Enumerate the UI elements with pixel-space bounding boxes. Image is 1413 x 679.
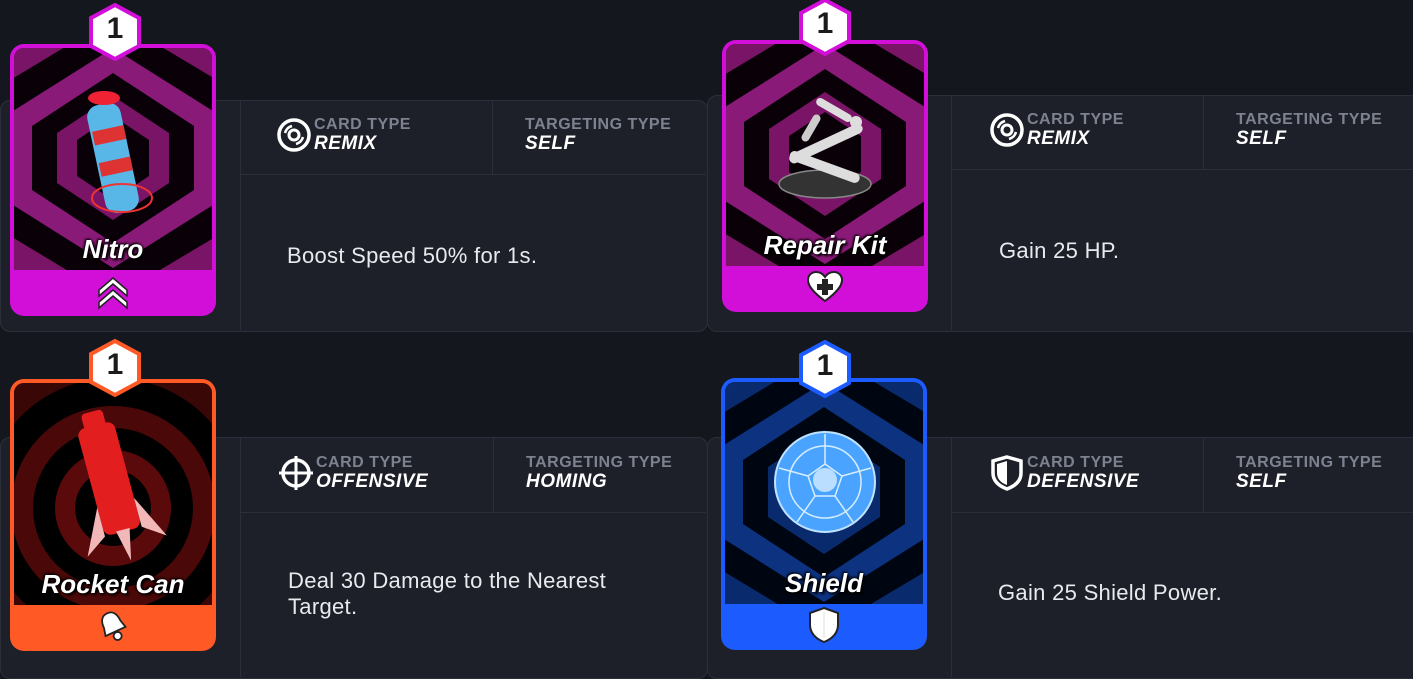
card-type-label: CARD TYPE: [1027, 454, 1124, 471]
card-entry-repair-kit[interactable]: CARD TYPE REMIX TARGETING TYPE SELF Gain …: [707, 0, 1413, 335]
card-type-label: CARD TYPE: [314, 116, 411, 133]
cost-value: 1: [106, 12, 124, 45]
card-type-value: REMIX: [314, 133, 377, 154]
card-entry-nitro[interactable]: CARD TYPE REMIX TARGETING TYPE SELF Boost…: [0, 0, 708, 335]
card-repair-kit[interactable]: Repair Kit: [722, 40, 928, 312]
targeting-type-label: TARGETING TYPE: [525, 116, 672, 133]
shield-icon: [991, 455, 1023, 491]
card-description: Gain 25 HP.: [999, 238, 1120, 263]
card-type-label: CARD TYPE: [1027, 111, 1124, 128]
targeting-type-label: TARGETING TYPE: [526, 454, 673, 471]
speed-chevrons-icon: [98, 277, 128, 310]
card-name: Repair Kit: [763, 230, 887, 260]
card-entry-shield[interactable]: CARD TYPE DEFENSIVE TARGETING TYPE SELF G…: [707, 336, 1413, 679]
card-name: Shield: [784, 568, 863, 598]
cost-value: 1: [816, 349, 834, 382]
card-entry-rocket-can[interactable]: CARD TYPE OFFENSIVE TARGETING TYPE HOMING…: [0, 336, 708, 679]
remix-disc-icon: [990, 113, 1024, 147]
heart-plus-icon: [806, 270, 844, 303]
card-type-value: OFFENSIVE: [316, 471, 429, 492]
targeting-type-value: SELF: [1236, 471, 1287, 492]
card-name: Nitro: [82, 234, 144, 264]
card-description: Gain 25 Shield Power.: [998, 580, 1222, 605]
remix-disc-icon: [277, 118, 311, 152]
cost-value: 1: [816, 7, 834, 40]
card-description: Boost Speed 50% for 1s.: [287, 243, 538, 268]
targeting-type-value: SELF: [1236, 128, 1287, 149]
card-shield[interactable]: Shield: [721, 378, 927, 650]
card-type-value: DEFENSIVE: [1027, 471, 1140, 492]
crosshair-icon: [279, 456, 313, 490]
targeting-type-value: HOMING: [526, 471, 608, 492]
card-type-value: REMIX: [1027, 128, 1090, 149]
targeting-type-value: SELF: [525, 133, 576, 154]
card-description: Deal 30 Damage to the Nearest Target.: [288, 568, 607, 619]
card-nitro[interactable]: Nitro: [10, 44, 216, 316]
card-type-label: CARD TYPE: [316, 454, 413, 471]
card-name: Rocket Can: [41, 569, 185, 599]
card-rocket-can[interactable]: Rocket Can: [10, 379, 216, 651]
bell-icon: [101, 611, 127, 641]
cost-value: 1: [106, 348, 124, 381]
targeting-type-label: TARGETING TYPE: [1236, 454, 1383, 471]
targeting-type-label: TARGETING TYPE: [1236, 111, 1383, 128]
shield-icon: [809, 606, 839, 644]
